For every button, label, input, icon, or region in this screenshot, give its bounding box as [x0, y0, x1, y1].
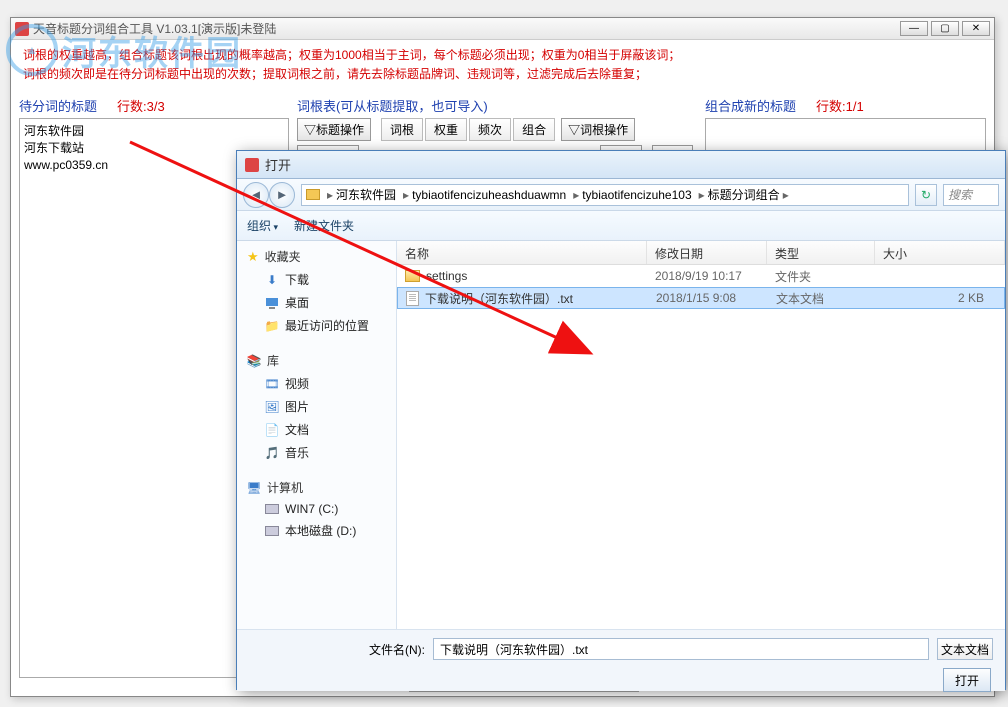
drive-icon	[265, 526, 279, 536]
organize-button[interactable]: 组织	[247, 217, 278, 234]
nav-forward-button[interactable]: ►	[269, 182, 295, 208]
refresh-button[interactable]: ↻	[915, 184, 937, 206]
file-date: 2018/1/15 9:08	[648, 291, 768, 305]
dialog-footer: 文件名(N): 文本文档 打开	[237, 629, 1005, 691]
info-line-1: 词根的权重越高，组合标题该词根出现的概率越高；权重为1000相当于主词，每个标题…	[23, 46, 982, 65]
panel3-count: 行数:1/1	[816, 96, 864, 115]
minimize-button[interactable]: —	[900, 21, 928, 36]
recent-icon: 📁	[265, 319, 279, 333]
file-list: 名称 修改日期 类型 大小 settings 2018/9/19 10:17 文…	[397, 241, 1005, 629]
title-op-dropdown[interactable]: ▽标题操作	[297, 118, 371, 141]
txt-icon	[406, 291, 419, 306]
video-icon: 🎞	[265, 377, 279, 391]
col-size[interactable]: 大小	[875, 241, 1005, 264]
computer-group[interactable]: 🖥计算机	[237, 476, 396, 499]
window-controls: — ▢ ✕	[900, 21, 990, 36]
root-table-header: 词根 权重 频次 组合	[381, 118, 555, 141]
crumb[interactable]: tybiaotifencizuhe103	[582, 188, 691, 202]
dialog-titlebar[interactable]: 打开	[237, 151, 1005, 179]
folder-icon	[405, 270, 420, 282]
crumb[interactable]: 标题分词组合	[708, 186, 780, 203]
new-folder-button[interactable]: 新建文件夹	[294, 217, 354, 234]
drive-icon	[265, 504, 279, 514]
panel1-label: 待分词的标题	[19, 96, 97, 115]
panel1-count: 行数:3/3	[117, 96, 165, 115]
file-type: 文件夹	[767, 268, 875, 285]
maximize-button[interactable]: ▢	[931, 21, 959, 36]
nav-item-drive-c[interactable]: WIN7 (C:)	[237, 499, 396, 519]
panel2-label: 词根表(可从标题提取，也可导入)	[297, 96, 488, 115]
download-icon: ⬇	[265, 273, 279, 287]
dialog-title: 打开	[265, 155, 291, 174]
nav-item-music[interactable]: 🎵音乐	[237, 441, 396, 464]
music-icon: 🎵	[265, 446, 279, 460]
desktop-icon	[265, 296, 279, 310]
file-row[interactable]: settings 2018/9/19 10:17 文件夹	[397, 265, 1005, 287]
favorites-group[interactable]: ★收藏夹	[237, 245, 396, 268]
computer-icon: 🖥	[247, 481, 261, 495]
file-name: 下载说明（河东软件园）.txt	[425, 290, 573, 307]
nav-item-downloads[interactable]: ⬇下载	[237, 268, 396, 291]
titles-line: 河东软件园	[24, 123, 284, 140]
app-icon	[15, 22, 29, 36]
file-row[interactable]: 下载说明（河东软件园）.txt 2018/1/15 9:08 文本文档 2 KB	[397, 287, 1005, 309]
file-size: 2 KB	[876, 291, 1004, 305]
library-icon: 📚	[247, 354, 261, 368]
col-root[interactable]: 词根	[381, 118, 423, 141]
panel3-label: 组合成新的标题	[705, 96, 796, 115]
nav-item-documents[interactable]: 📄文档	[237, 418, 396, 441]
pictures-icon: 🖼	[265, 400, 279, 414]
open-dialog: 打开 ◄ ► ▸河东软件园 ▸tybiaotifencizuheashduawm…	[236, 150, 1006, 690]
nav-item-drive-d[interactable]: 本地磁盘 (D:)	[237, 519, 396, 542]
filename-input[interactable]	[433, 638, 929, 660]
file-name: settings	[426, 269, 467, 283]
col-combo[interactable]: 组合	[513, 118, 555, 141]
main-titlebar[interactable]: 天音标题分词组合工具 V1.03.1[演示版]未登陆 — ▢ ✕	[11, 18, 994, 40]
crumb[interactable]: tybiaotifencizuheashduawmn	[412, 188, 566, 202]
nav-item-recent[interactable]: 📁最近访问的位置	[237, 314, 396, 337]
root-op-dropdown[interactable]: ▽词根操作	[561, 118, 635, 141]
dialog-nav: ◄ ► ▸河东软件园 ▸tybiaotifencizuheashduawmn ▸…	[237, 179, 1005, 211]
col-freq[interactable]: 频次	[469, 118, 511, 141]
search-input[interactable]: 搜索	[943, 184, 999, 206]
dialog-toolbar: 组织 新建文件夹	[237, 211, 1005, 241]
info-bar: 词根的权重越高，组合标题该词根出现的概率越高；权重为1000相当于主词，每个标题…	[11, 40, 994, 90]
window-title: 天音标题分词组合工具 V1.03.1[演示版]未登陆	[33, 20, 900, 37]
open-button[interactable]: 打开	[943, 668, 991, 692]
nav-pane: ★收藏夹 ⬇下载 桌面 📁最近访问的位置 📚库 🎞视频 🖼图片 📄文档 🎵音乐 …	[237, 241, 397, 629]
file-type: 文本文档	[768, 290, 876, 307]
star-icon: ★	[247, 249, 259, 265]
documents-icon: 📄	[265, 423, 279, 437]
col-type[interactable]: 类型	[767, 241, 875, 264]
col-weight[interactable]: 权重	[425, 118, 467, 141]
nav-item-desktop[interactable]: 桌面	[237, 291, 396, 314]
address-bar[interactable]: ▸河东软件园 ▸tybiaotifencizuheashduawmn ▸tybi…	[301, 184, 909, 206]
nav-item-video[interactable]: 🎞视频	[237, 372, 396, 395]
col-name[interactable]: 名称	[397, 241, 647, 264]
folder-icon	[306, 189, 320, 200]
filetype-select[interactable]: 文本文档	[937, 638, 993, 660]
file-date: 2018/9/19 10:17	[647, 269, 767, 283]
nav-back-button[interactable]: ◄	[243, 182, 269, 208]
dialog-icon	[245, 158, 259, 172]
nav-item-pictures[interactable]: 🖼图片	[237, 395, 396, 418]
filename-label: 文件名(N):	[369, 641, 425, 658]
crumb[interactable]: 河东软件园	[336, 186, 396, 203]
file-list-header: 名称 修改日期 类型 大小	[397, 241, 1005, 265]
col-date[interactable]: 修改日期	[647, 241, 767, 264]
close-button[interactable]: ✕	[962, 21, 990, 36]
info-line-2: 词根的频次即是在待分词标题中出现的次数；提取词根之前，请先去除标题品牌词、违规词…	[23, 65, 982, 84]
libraries-group[interactable]: 📚库	[237, 349, 396, 372]
